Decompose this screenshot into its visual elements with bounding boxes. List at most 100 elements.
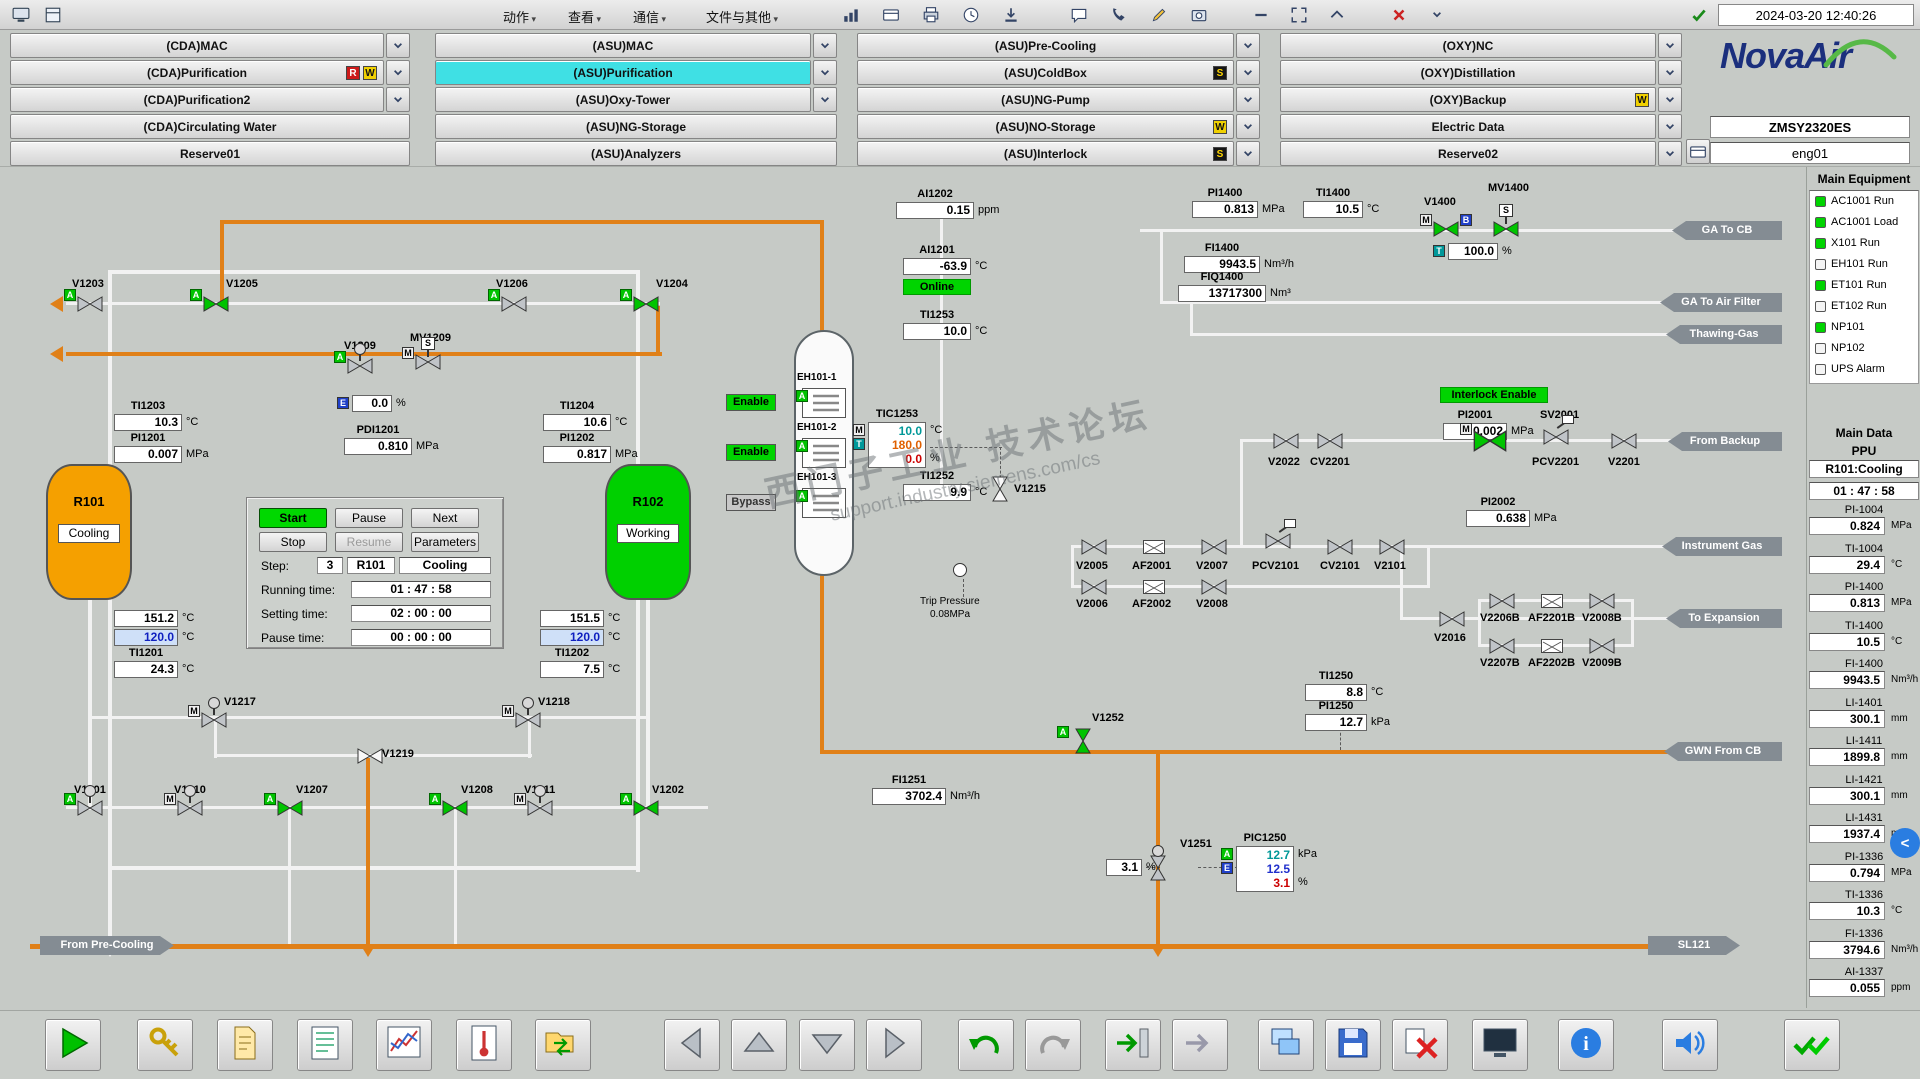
valve-v1201[interactable]	[77, 800, 103, 816]
down-button[interactable]	[799, 1019, 855, 1071]
collapse-up-icon[interactable]	[1324, 3, 1350, 27]
menu-actions[interactable]: 动作 ▾	[497, 4, 542, 26]
nav-asu-mac[interactable]: (ASU)MAC	[435, 33, 811, 58]
nav-asu-pre-cooling-popup-button[interactable]	[1236, 33, 1260, 58]
parameters-button[interactable]: Parameters	[411, 532, 479, 552]
info-button[interactable]: i	[1558, 1019, 1614, 1071]
nav-asu-pre-cooling[interactable]: (ASU)Pre-Cooling	[857, 33, 1234, 58]
valve-v1205[interactable]	[203, 296, 229, 312]
valve-v1202[interactable]	[633, 800, 659, 816]
valve-v1207[interactable]	[277, 800, 303, 816]
valve-pcv2101[interactable]	[1265, 533, 1291, 549]
nav-cda-purification2-popup-button[interactable]	[386, 87, 410, 112]
valve-v1217[interactable]	[201, 712, 227, 728]
bar-chart-icon[interactable]	[838, 3, 864, 27]
start-button[interactable]: Start	[259, 508, 327, 528]
controller-pic1250[interactable]: 12.7 12.5 3.1	[1236, 846, 1294, 892]
nav-electric-data[interactable]: Electric Data	[1280, 114, 1656, 139]
valve-v1203[interactable]	[77, 296, 103, 312]
trend-button[interactable]	[376, 1019, 432, 1071]
menu-communication[interactable]: 通信 ▾	[627, 4, 672, 26]
save-button[interactable]	[1325, 1019, 1381, 1071]
nav-cda-purification[interactable]: (CDA)Purification R W	[10, 60, 384, 85]
nav-reserve02[interactable]: Reserve02	[1280, 141, 1656, 166]
valve-v1218[interactable]	[515, 712, 541, 728]
panel-icon[interactable]	[40, 3, 66, 27]
nav-oxy-distillation-popup-button[interactable]	[1658, 60, 1682, 85]
valve-v1210[interactable]	[177, 800, 203, 816]
download-icon[interactable]	[998, 3, 1024, 27]
new-picture-button[interactable]	[217, 1019, 273, 1071]
resume-button[interactable]: Resume	[335, 532, 403, 552]
temperature-report-button[interactable]	[456, 1019, 512, 1071]
nav-oxy-backup[interactable]: (OXY)Backup W	[1280, 87, 1656, 112]
nav-asu-interlock-popup-button[interactable]	[1236, 141, 1260, 166]
valve-v1206[interactable]	[501, 296, 527, 312]
tag-button[interactable]	[137, 1019, 193, 1071]
copy-button[interactable]	[1258, 1019, 1314, 1071]
nav-cda-purification-popup-button[interactable]	[386, 60, 410, 85]
valve-pcv2201[interactable]	[1543, 429, 1569, 445]
close-icon[interactable]	[1386, 3, 1412, 27]
valve-mv1209[interactable]	[415, 354, 441, 370]
collapse-sidebar-button[interactable]: <	[1890, 828, 1920, 858]
valve-v2006[interactable]	[1081, 579, 1107, 595]
valve-v2007[interactable]	[1201, 539, 1227, 555]
back-button[interactable]	[664, 1019, 720, 1071]
valve-v1211[interactable]	[527, 800, 553, 816]
valve-v2008[interactable]	[1201, 579, 1227, 595]
nav-oxy-distillation[interactable]: (OXY)Distillation	[1280, 60, 1656, 85]
stop-button[interactable]: Stop	[259, 532, 327, 552]
pause-button[interactable]: Pause	[335, 508, 403, 528]
acknowledge-button[interactable]	[1784, 1019, 1840, 1071]
next-button[interactable]	[1172, 1019, 1228, 1071]
report-button[interactable]	[297, 1019, 353, 1071]
nav-cda-mac[interactable]: (CDA)MAC	[10, 33, 384, 58]
nav-asu-purification-popup-button[interactable]	[813, 60, 837, 85]
nav-asu-ng-pump[interactable]: (ASU)NG-Pump	[857, 87, 1234, 112]
valve-v2022[interactable]	[1273, 433, 1299, 449]
print-icon[interactable]	[918, 3, 944, 27]
nav-oxy-backup-popup-button[interactable]	[1658, 87, 1682, 112]
valve-v2207b[interactable]	[1489, 638, 1515, 654]
redo-button[interactable]	[1025, 1019, 1081, 1071]
fit-screen-icon[interactable]	[1286, 3, 1312, 27]
nav-cda-purification2[interactable]: (CDA)Purification2	[10, 87, 384, 112]
nav-reserve02-popup-button[interactable]	[1658, 141, 1682, 166]
card-icon[interactable]	[878, 3, 904, 27]
nav-asu-oxy-tower-popup-button[interactable]	[813, 87, 837, 112]
monitor-icon[interactable]	[8, 3, 34, 27]
nav-asu-oxy-tower[interactable]: (ASU)Oxy-Tower	[435, 87, 811, 112]
vessel-r102[interactable]: R102 Working	[605, 464, 691, 600]
valve-v2101[interactable]	[1379, 539, 1405, 555]
valve-v1215[interactable]	[992, 476, 1008, 502]
camera-icon[interactable]	[1186, 3, 1212, 27]
nav-asu-ng-pump-popup-button[interactable]	[1236, 87, 1260, 112]
filter-af2001[interactable]	[1143, 540, 1165, 554]
nav-asu-no-storage[interactable]: (ASU)NO-Storage W	[857, 114, 1234, 139]
controller-tic1253[interactable]: 10.0 180.0 0.0	[868, 422, 926, 468]
nav-asu-analyzers[interactable]: (ASU)Analyzers	[435, 141, 837, 166]
nav-oxy-nc-popup-button[interactable]	[1658, 33, 1682, 58]
nav-asu-interlock[interactable]: (ASU)Interlock S	[857, 141, 1234, 166]
nav-reserve01[interactable]: Reserve01	[10, 141, 410, 166]
clock-icon[interactable]	[958, 3, 984, 27]
nav-oxy-nc[interactable]: (OXY)NC	[1280, 33, 1656, 58]
valve-v2005[interactable]	[1081, 539, 1107, 555]
nav-electric-data-popup-button[interactable]	[1658, 114, 1682, 139]
pen-icon[interactable]	[1146, 3, 1172, 27]
chat-icon[interactable]	[1066, 3, 1092, 27]
valve-cv2201[interactable]	[1317, 433, 1343, 449]
undo-button[interactable]	[958, 1019, 1014, 1071]
valve-v1400[interactable]	[1433, 221, 1459, 237]
filter-af2202b[interactable]	[1541, 639, 1563, 653]
nav-asu-ng-storage[interactable]: (ASU)NG-Storage	[435, 114, 837, 139]
valve-sv2001[interactable]	[1473, 430, 1507, 452]
nav-asu-mac-popup-button[interactable]	[813, 33, 837, 58]
nav-cda-mac-popup-button[interactable]	[386, 33, 410, 58]
transfer-button[interactable]	[535, 1019, 591, 1071]
valve-v2201[interactable]	[1611, 433, 1637, 449]
valve-v2008b[interactable]	[1589, 593, 1615, 609]
valve-v1219[interactable]	[357, 748, 383, 764]
eh-eh101-3-bypass-button[interactable]: Bypass	[726, 494, 776, 511]
